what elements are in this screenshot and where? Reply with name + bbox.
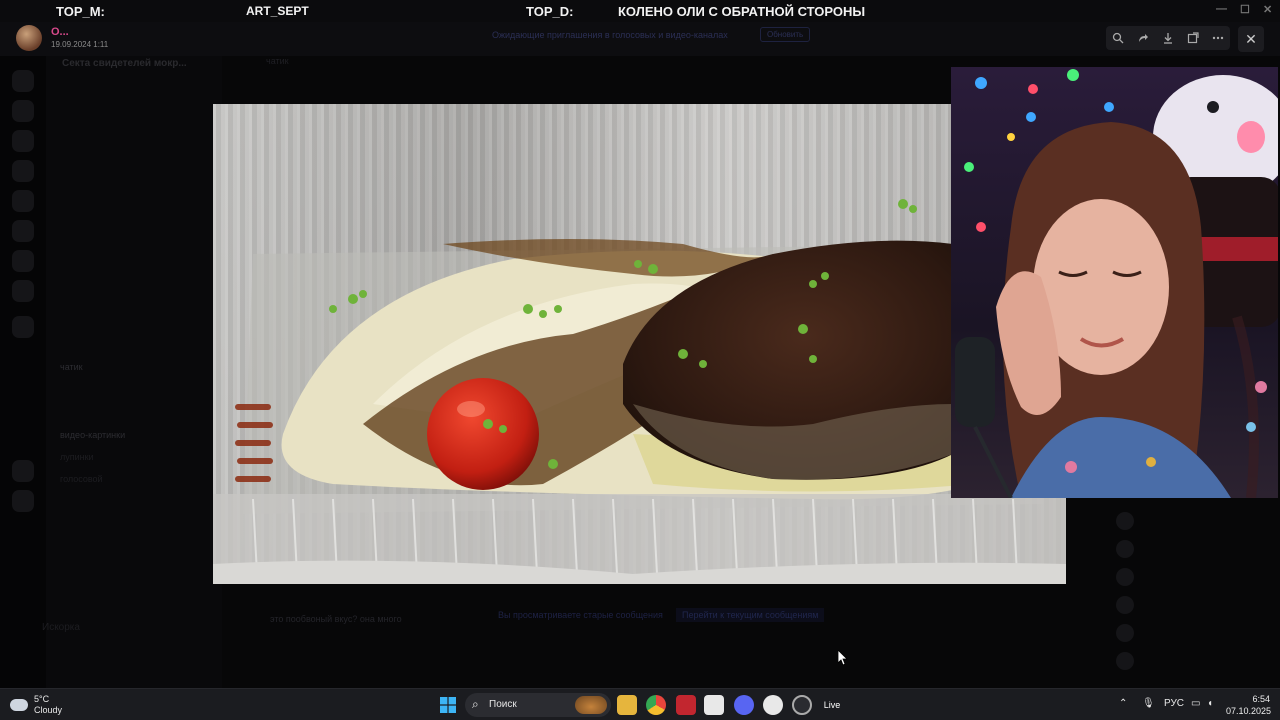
search-highlight-image [575, 696, 607, 714]
member-item[interactable] [1116, 624, 1276, 642]
member-item[interactable] [1116, 652, 1276, 670]
member-item[interactable] [1116, 568, 1276, 586]
food-illustration [213, 104, 1066, 584]
steam-icon[interactable] [792, 695, 812, 715]
forward-icon[interactable] [1135, 30, 1151, 46]
streamer-illustration [955, 69, 1278, 498]
cloud-icon [10, 699, 28, 711]
chrome-icon[interactable] [646, 695, 666, 715]
user-footer[interactable]: Искорка [42, 622, 80, 633]
art-label: ART_SEPT [246, 4, 309, 18]
news-icon[interactable] [676, 695, 696, 715]
channel-list: Секта свидетелей мокр... чатик видео-кар… [42, 56, 222, 688]
post-date: 19.09.2024 1:11 [51, 40, 109, 49]
server-icon[interactable] [12, 250, 34, 272]
food-photo[interactable] [213, 104, 1066, 584]
member-item[interactable] [1116, 596, 1276, 614]
jump-present-button[interactable]: Перейти к текущим сообщениям [676, 608, 825, 622]
stream-overlay-bar: TOP_M: ART_SEPT TOP_D: КОЛЕНО ОЛИ С ОБРА… [0, 0, 1280, 22]
window-close-icon[interactable]: ✕ [1263, 3, 1272, 16]
server-icon[interactable] [12, 460, 34, 482]
server-icon[interactable] [12, 316, 34, 338]
notice-text: Ожидающие приглашения в голосовых и виде… [492, 30, 728, 40]
server-title[interactable]: Секта свидетелей мокр... [62, 58, 187, 69]
close-viewer-button[interactable]: ✕ [1238, 26, 1264, 52]
screen: Секта свидетелей мокр... чатик видео-кар… [0, 0, 1280, 720]
start-icon[interactable] [438, 695, 458, 715]
server-icon[interactable] [12, 70, 34, 92]
top-m-label: TOP_M: [56, 4, 105, 19]
notice-button[interactable]: Обновить [760, 27, 811, 42]
minimize-icon[interactable]: — [1216, 3, 1227, 15]
volume-icon[interactable]: ◖ [1207, 698, 1213, 709]
channel-item[interactable]: чатик [60, 362, 83, 372]
live-label: Live [823, 700, 841, 710]
server-icon[interactable] [12, 280, 34, 302]
taskbar-search[interactable]: ⌕ Поиск [465, 693, 611, 717]
taskbar: 5°C Cloudy ⌕ Поиск Live ⌃ 🎙 РУС ▭ ◖ 6:54… [0, 688, 1280, 720]
more-icon[interactable] [1210, 30, 1226, 46]
server-icon[interactable] [12, 160, 34, 182]
photos-icon[interactable] [704, 695, 724, 715]
server-sidebar [0, 56, 46, 688]
search-input[interactable]: Поиск [489, 699, 517, 710]
network-icon[interactable]: ▭ [1191, 698, 1200, 709]
server-icon[interactable] [12, 190, 34, 212]
channel-tab[interactable]: чатик [266, 56, 289, 66]
weather-temp: 5°C [34, 694, 50, 704]
top-d-value: КОЛЕНО ОЛИ С ОБРАТНОЙ СТОРОНЫ [618, 4, 866, 19]
file-explorer-icon[interactable] [617, 695, 637, 715]
zoom-in-icon[interactable] [1110, 30, 1126, 46]
live-icon[interactable]: Live [822, 695, 842, 715]
channel-item[interactable]: голосовой [60, 474, 103, 484]
author-name[interactable]: О... [51, 26, 69, 38]
top-d-label: TOP_D: [526, 4, 574, 19]
open-external-icon[interactable] [1185, 30, 1201, 46]
member-item[interactable] [1116, 512, 1276, 530]
mouse-cursor-icon [838, 650, 848, 666]
channel-item[interactable]: лупинки [60, 452, 94, 462]
download-icon[interactable] [1160, 30, 1176, 46]
member-item[interactable] [1116, 540, 1276, 558]
maximize-icon[interactable]: ☐ [1240, 3, 1250, 16]
app-icon[interactable] [763, 695, 783, 715]
search-icon: ⌕ [472, 697, 479, 711]
avatar[interactable] [16, 25, 42, 51]
clock-date: 07.10.2025 [1226, 706, 1272, 716]
weather-widget[interactable]: 5°C Cloudy [10, 694, 62, 716]
channel-item[interactable]: видео-картинки [60, 430, 125, 440]
channel-header: чатик [222, 56, 962, 70]
server-icon[interactable] [12, 100, 34, 122]
clock-time: 6:54 [1252, 694, 1270, 704]
server-icon[interactable] [12, 220, 34, 242]
system-clock[interactable]: 6:54 07.10.2025 [1226, 693, 1272, 717]
server-icon[interactable] [12, 130, 34, 152]
microphone-icon[interactable]: 🎙 [1142, 698, 1155, 709]
tray-chevron-icon[interactable]: ⌃ [1119, 698, 1127, 709]
weather-cond: Cloudy [34, 705, 63, 715]
discord-icon[interactable] [734, 695, 754, 715]
server-icon[interactable] [12, 490, 34, 512]
webcam-overlay [951, 67, 1278, 498]
chat-status: Вы просматриваете старые сообщения [498, 610, 663, 620]
language-indicator[interactable]: РУС [1164, 698, 1184, 709]
chat-message: это пообвоный вкус? она много [270, 614, 402, 624]
viewer-toolbar [1106, 26, 1230, 50]
image-viewer-header: О... 19.09.2024 1:11 Ожидающие приглашен… [0, 22, 1280, 56]
